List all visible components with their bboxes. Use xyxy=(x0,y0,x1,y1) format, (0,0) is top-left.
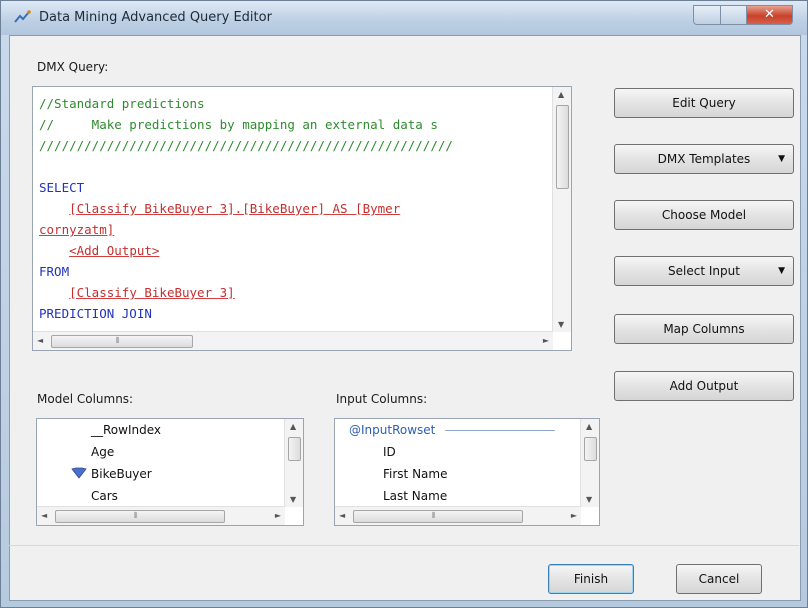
chevron-down-icon: ▼ xyxy=(778,266,785,276)
code-line: <Add Output> xyxy=(39,240,549,261)
code-line: @InputRowset AS T xyxy=(39,324,549,330)
code-token: @InputRowset xyxy=(69,327,159,330)
code-token: PREDICTION JOIN xyxy=(39,306,152,321)
code-line: [Classify BikeBuyer 3].[BikeBuyer] AS [B… xyxy=(39,198,549,219)
scroll-left-icon[interactable]: ◄ xyxy=(37,336,43,345)
model-column-item[interactable]: Age xyxy=(91,445,114,459)
add-output-button[interactable]: Add Output xyxy=(614,371,794,401)
code-token: ////////////////////////////////////////… xyxy=(39,138,453,153)
scroll-left-icon[interactable]: ◄ xyxy=(41,511,47,520)
choose-model-button[interactable]: Choose Model xyxy=(614,200,794,230)
model-columns-list[interactable]: __RowIndex Age BikeBuyer Cars ▲ ▼ ◄ ⦀ ► xyxy=(36,418,304,526)
input-columns-items: @InputRowset ID First Name Last Name xyxy=(335,419,581,507)
scroll-up-icon[interactable]: ▲ xyxy=(558,90,564,99)
input-columns-horizontal-scrollbar[interactable]: ◄ ⦀ ► xyxy=(335,506,581,525)
title-bar[interactable]: Data Mining Advanced Query Editor ✕ xyxy=(1,1,807,35)
scroll-right-icon[interactable]: ► xyxy=(275,511,281,520)
code-token: AS T xyxy=(159,327,197,330)
data-mining-app-icon xyxy=(13,10,31,26)
caption-buttons: ✕ xyxy=(693,5,793,25)
grip-icon: ⦀ xyxy=(134,511,138,520)
code-line: // Make predictions by mapping an extern… xyxy=(39,114,549,135)
input-columns-vscroll-thumb[interactable] xyxy=(584,437,597,461)
dmx-query-label: DMX Query: xyxy=(37,60,109,74)
maximize-button[interactable] xyxy=(721,5,747,25)
input-columns-hscroll-thumb[interactable]: ⦀ xyxy=(353,510,523,523)
scroll-up-icon[interactable]: ▲ xyxy=(586,422,592,431)
model-column-item[interactable]: BikeBuyer xyxy=(91,467,152,481)
input-column-item[interactable]: ID xyxy=(383,445,396,459)
model-column-item[interactable]: __RowIndex xyxy=(91,423,161,437)
minimize-button[interactable] xyxy=(693,5,721,25)
edit-query-button[interactable]: Edit Query xyxy=(614,88,794,118)
editor-hscroll-thumb[interactable]: ⦀ xyxy=(51,335,193,348)
code-token: //Standard predictions xyxy=(39,96,205,111)
scroll-up-icon[interactable]: ▲ xyxy=(290,422,296,431)
editor-horizontal-scrollbar[interactable]: ◄ ⦀ ► xyxy=(33,331,553,350)
code-line: cornyzatm] xyxy=(39,219,549,240)
chevron-down-icon: ▼ xyxy=(778,154,785,164)
grip-icon: ⦀ xyxy=(432,511,436,520)
code-line: PREDICTION JOIN xyxy=(39,303,549,324)
model-columns-items: __RowIndex Age BikeBuyer Cars xyxy=(37,419,285,507)
model-columns-vertical-scrollbar[interactable]: ▲ ▼ xyxy=(284,419,303,507)
scroll-down-icon[interactable]: ▼ xyxy=(558,320,564,329)
grip-icon: ⦀ xyxy=(116,336,120,345)
query-text[interactable]: //Standard predictions // Make prediction… xyxy=(39,93,549,330)
code-line: [Classify BikeBuyer 3] xyxy=(39,282,549,303)
editor-vscroll-thumb[interactable] xyxy=(556,105,569,189)
footer-separator xyxy=(9,545,799,546)
predictable-column-icon xyxy=(71,467,87,481)
input-rowset-item[interactable]: @InputRowset xyxy=(349,423,435,437)
map-columns-button[interactable]: Map Columns xyxy=(614,314,794,344)
code-line: FROM xyxy=(39,261,549,282)
cancel-button[interactable]: Cancel xyxy=(676,564,762,594)
code-token: [Classify BikeBuyer 3].[BikeBuyer] AS [B… xyxy=(69,201,401,216)
code-line: //Standard predictions xyxy=(39,93,549,114)
input-columns-list[interactable]: @InputRowset ID First Name Last Name ▲ ▼… xyxy=(334,418,600,526)
code-token: FROM xyxy=(39,264,70,279)
window-title: Data Mining Advanced Query Editor xyxy=(39,10,272,25)
model-column-item[interactable]: Cars xyxy=(91,489,118,503)
code-token: cornyzatm] xyxy=(39,222,115,237)
code-token: // Make predictions by mapping an extern… xyxy=(39,117,438,132)
code-token: <Add Output> xyxy=(69,243,160,258)
model-columns-label: Model Columns: xyxy=(37,392,134,406)
scroll-down-icon[interactable]: ▼ xyxy=(586,495,592,504)
input-columns-label: Input Columns: xyxy=(336,392,428,406)
model-columns-horizontal-scrollbar[interactable]: ◄ ⦀ ► xyxy=(37,506,285,525)
close-icon: ✕ xyxy=(764,7,775,22)
dmx-templates-label: DMX Templates xyxy=(657,152,751,166)
scroll-right-icon[interactable]: ► xyxy=(543,336,549,345)
scroll-down-icon[interactable]: ▼ xyxy=(290,495,296,504)
rowset-separator xyxy=(445,430,555,431)
code-line: ////////////////////////////////////////… xyxy=(39,135,549,156)
dmx-query-editor[interactable]: //Standard predictions // Make prediction… xyxy=(32,86,572,351)
input-columns-vertical-scrollbar[interactable]: ▲ ▼ xyxy=(580,419,599,507)
finish-button[interactable]: Finish xyxy=(548,564,634,594)
code-token: SELECT xyxy=(39,180,85,195)
scroll-left-icon[interactable]: ◄ xyxy=(339,511,345,520)
scroll-right-icon[interactable]: ► xyxy=(571,511,577,520)
model-columns-vscroll-thumb[interactable] xyxy=(288,437,301,461)
dmx-templates-button[interactable]: DMX Templates ▼ xyxy=(614,144,794,174)
input-column-item[interactable]: First Name xyxy=(383,467,447,481)
editor-vertical-scrollbar[interactable]: ▲ ▼ xyxy=(552,87,571,332)
model-columns-hscroll-thumb[interactable]: ⦀ xyxy=(55,510,225,523)
code-token: [Classify BikeBuyer 3] xyxy=(69,285,235,300)
select-input-label: Select Input xyxy=(668,264,740,278)
close-button[interactable]: ✕ xyxy=(747,5,793,25)
select-input-button[interactable]: Select Input ▼ xyxy=(614,256,794,286)
input-column-item[interactable]: Last Name xyxy=(383,489,447,503)
code-line: SELECT xyxy=(39,177,549,198)
